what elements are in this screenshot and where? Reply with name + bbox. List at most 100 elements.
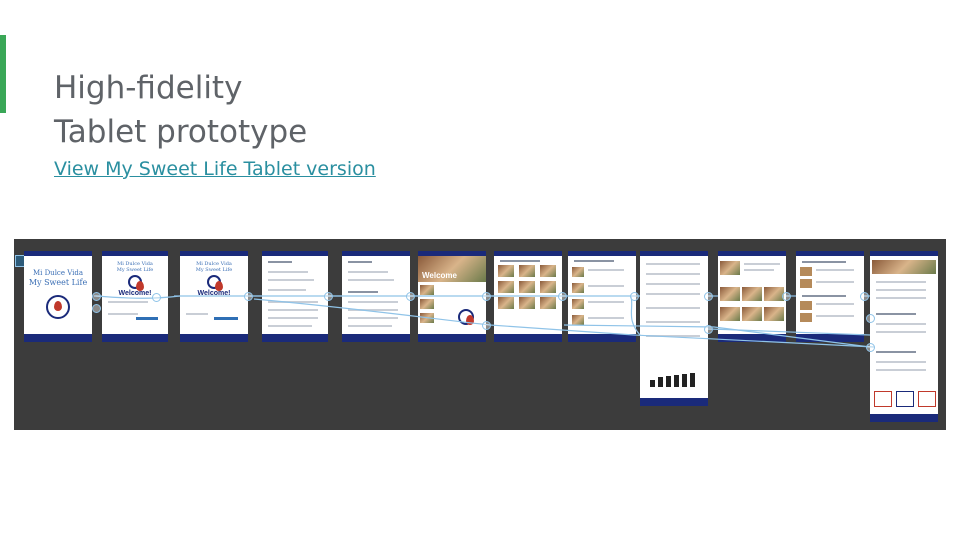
logo-line-2: My Sweet Life <box>28 278 88 287</box>
flow-hotspot[interactable] <box>244 292 253 301</box>
flow-hotspot[interactable] <box>630 292 639 301</box>
screen-footer <box>180 334 248 342</box>
flow-hotspot[interactable] <box>558 292 567 301</box>
screen-home[interactable]: Welcome <box>418 251 486 342</box>
text-line <box>744 263 780 265</box>
food-photo <box>420 285 434 295</box>
flow-hotspot[interactable] <box>324 292 333 301</box>
screen-profile-list-2[interactable] <box>342 251 410 342</box>
text-line <box>876 289 926 291</box>
text-line <box>268 309 318 311</box>
chart-bar <box>650 380 655 387</box>
flow-hotspot[interactable] <box>482 292 491 301</box>
text-line <box>268 301 318 303</box>
recipe-photo <box>519 265 535 277</box>
screen-detail-long[interactable] <box>870 251 938 422</box>
screen-topbar <box>870 251 938 256</box>
login-button[interactable] <box>136 317 158 320</box>
screen-profile-list-1[interactable] <box>262 251 328 342</box>
flow-hotspot[interactable] <box>406 292 415 301</box>
flow-hotspot[interactable] <box>482 321 491 330</box>
resource-logo <box>896 391 914 407</box>
screen-welcome-2[interactable]: Mi Dulce Vida My Sweet Life Welcome! <box>180 251 248 342</box>
text-line <box>876 351 916 353</box>
recipe-photo <box>519 281 535 293</box>
screen-topbar <box>262 251 328 256</box>
list-thumbnail <box>800 279 812 288</box>
article-thumbnail <box>572 315 584 325</box>
screen-tips-list[interactable] <box>796 251 864 342</box>
text-line <box>744 269 774 271</box>
text-line <box>646 293 700 295</box>
chart-bar <box>682 374 687 387</box>
accent-bar <box>0 35 6 113</box>
text-line <box>816 303 854 305</box>
flow-hotspot[interactable] <box>704 325 713 334</box>
text-line <box>108 301 148 303</box>
recipe-photo <box>519 297 535 309</box>
text-line <box>108 313 138 315</box>
text-line <box>876 323 926 325</box>
flow-hotspot[interactable] <box>866 343 875 352</box>
resource-logo <box>874 391 892 407</box>
screen-recipe-grid[interactable] <box>494 251 562 342</box>
chart-bar <box>658 377 663 387</box>
text-line <box>876 281 926 283</box>
text-line <box>876 369 926 371</box>
logo-line-2: My Sweet Life <box>116 267 154 273</box>
screen-footer <box>640 398 708 406</box>
screen-footer <box>342 334 410 342</box>
screen-footer <box>494 334 562 342</box>
screen-topbar <box>180 251 248 256</box>
flow-hotspot[interactable] <box>782 292 791 301</box>
chart-bar <box>690 373 695 387</box>
logo-line-2: My Sweet Life <box>195 267 233 273</box>
screen-topbar <box>718 251 786 256</box>
blood-drop-logo-icon <box>128 275 144 291</box>
article-thumbnail <box>572 299 584 309</box>
list-thumbnail <box>800 301 812 310</box>
text-line <box>646 273 700 275</box>
text-line <box>588 269 624 271</box>
recipe-photo <box>720 287 740 301</box>
screen-featured-recipes[interactable] <box>718 251 786 342</box>
screen-footer <box>24 334 92 342</box>
text-line <box>348 325 392 327</box>
text-line <box>348 261 372 263</box>
text-line <box>816 269 854 271</box>
flow-hotspot[interactable] <box>92 304 101 313</box>
flow-hotspot[interactable] <box>860 292 869 301</box>
text-line <box>348 291 378 293</box>
view-prototype-link[interactable]: View My Sweet Life Tablet version <box>54 158 376 180</box>
login-button[interactable] <box>214 317 238 320</box>
recipe-photo <box>540 297 556 309</box>
text-line <box>500 260 540 262</box>
text-line <box>646 307 700 309</box>
screen-topbar <box>102 251 168 256</box>
screen-footer <box>262 334 328 342</box>
screen-splash[interactable]: Mi Dulce Vida My Sweet Life <box>24 251 92 342</box>
flow-hotspot[interactable] <box>704 292 713 301</box>
text-line <box>876 313 916 315</box>
screen-topbar <box>494 251 562 256</box>
blood-drop-logo-icon <box>458 309 474 325</box>
flow-hotspot[interactable] <box>866 314 875 323</box>
recipe-photo <box>764 287 784 301</box>
article-thumbnail <box>572 283 584 293</box>
flow-hotspot[interactable] <box>92 292 101 301</box>
flow-hotspot[interactable] <box>152 293 161 302</box>
chart-bar <box>674 375 679 387</box>
screen-article-list[interactable] <box>568 251 636 342</box>
list-thumbnail <box>800 267 812 276</box>
text-line <box>348 279 394 281</box>
recipe-photo <box>742 287 762 301</box>
recipe-photo <box>498 297 514 309</box>
screen-footer <box>102 334 168 342</box>
recipe-photo <box>498 265 514 277</box>
screen-tracker-form[interactable] <box>640 251 708 406</box>
recipe-photo <box>720 307 740 321</box>
text-line <box>646 335 700 337</box>
blood-drop-logo-icon <box>46 295 70 319</box>
hero-heading: Welcome <box>422 271 457 280</box>
text-line <box>268 325 312 327</box>
